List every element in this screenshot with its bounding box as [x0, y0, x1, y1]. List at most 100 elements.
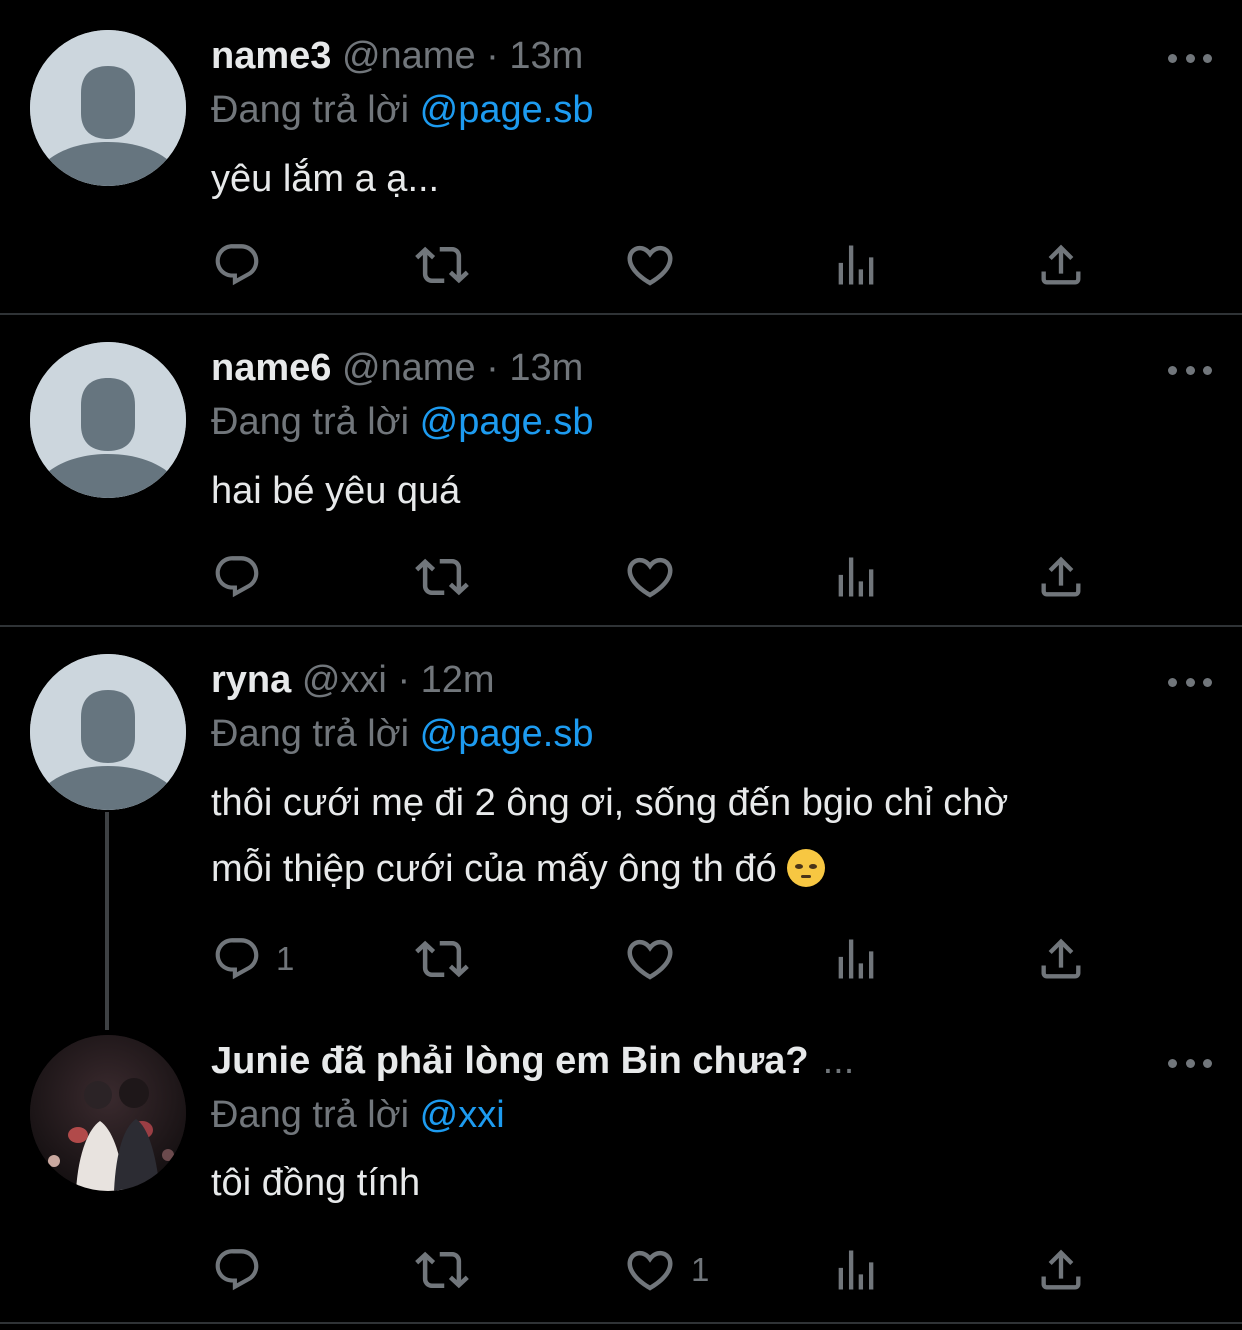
- retweet-icon: [415, 238, 469, 292]
- views-button[interactable]: [830, 929, 882, 989]
- share-icon: [1035, 933, 1087, 985]
- display-name[interactable]: name3: [211, 35, 331, 77]
- reply-icon: [212, 934, 262, 984]
- mention-link[interactable]: @page.sb: [420, 89, 594, 131]
- avatar[interactable]: [30, 1035, 186, 1191]
- separator-dot: ·: [486, 35, 499, 77]
- avatar[interactable]: [30, 30, 186, 186]
- replying-to: Đang trả lời @page.sb: [211, 706, 593, 762]
- default-avatar-icon: [30, 30, 186, 186]
- views-button[interactable]: [830, 547, 882, 607]
- action-bar: [0, 235, 1242, 295]
- tweet-text: yêu lắm a ạ...: [211, 158, 440, 200]
- tweet-text-line-content: mỗi thiệp cưới của mấy ông th đó: [211, 848, 777, 890]
- reply-icon: [212, 240, 262, 290]
- bar-chart-icon: [830, 551, 882, 603]
- bar-chart-icon: [830, 933, 882, 985]
- replying-to-label: Đang trả lời: [211, 89, 410, 131]
- replying-to-label: Đang trả lời: [211, 401, 410, 443]
- reply-icon: [212, 552, 262, 602]
- like-button[interactable]: [623, 547, 691, 607]
- more-icon[interactable]: [1168, 350, 1212, 390]
- replying-to: Đang trả lời @page.sb: [211, 82, 593, 138]
- photo-avatar-icon: [30, 1035, 186, 1191]
- handle[interactable]: @name: [342, 347, 476, 389]
- retweet-icon: [415, 932, 469, 986]
- retweet-icon: [415, 550, 469, 604]
- share-button[interactable]: [1035, 929, 1087, 989]
- like-button[interactable]: [623, 929, 691, 989]
- views-button[interactable]: [830, 1240, 882, 1300]
- tweet-header: name3 @name · 13m: [211, 28, 583, 84]
- reply-button[interactable]: [212, 547, 276, 607]
- tweet-text: tôi đồng tính: [211, 1162, 421, 1204]
- tweet-text-line: thôi cưới mẹ đi 2 ông ơi, sống đến bgio …: [211, 782, 1009, 824]
- tweet-divider: [0, 313, 1242, 315]
- replying-to: Đang trả lời @xxi: [211, 1087, 505, 1143]
- retweet-button[interactable]: [415, 547, 469, 607]
- reply-button[interactable]: 1: [212, 929, 294, 989]
- tweet-header: ryna @xxi · 12m: [211, 652, 495, 708]
- action-bar: [0, 547, 1242, 607]
- tweet-divider: [0, 625, 1242, 627]
- mention-link[interactable]: @page.sb: [420, 401, 594, 443]
- separator-dot: ·: [397, 659, 411, 701]
- reply-icon: [212, 1245, 262, 1295]
- mention-link[interactable]: @xxi: [420, 1094, 505, 1136]
- more-icon[interactable]: [1168, 662, 1212, 702]
- tweet-header: name6 @name · 13m: [211, 340, 583, 396]
- retweet-button[interactable]: [415, 235, 469, 295]
- timestamp[interactable]: 13m: [509, 35, 583, 77]
- retweet-button[interactable]: [415, 1240, 469, 1300]
- replying-to-label: Đang trả lời: [211, 713, 410, 755]
- pleading-face-emoji-icon: [787, 849, 826, 887]
- reply-button[interactable]: [212, 235, 276, 295]
- retweet-button[interactable]: [415, 929, 469, 989]
- share-icon: [1035, 239, 1087, 291]
- mention-link[interactable]: @page.sb: [420, 713, 594, 755]
- more-icon[interactable]: [1168, 1043, 1212, 1083]
- handle[interactable]: @xxi: [302, 659, 387, 701]
- timestamp[interactable]: 12m: [421, 659, 495, 701]
- replying-to-label: Đang trả lời: [211, 1094, 410, 1136]
- share-icon: [1035, 1244, 1087, 1296]
- views-button[interactable]: [830, 235, 882, 295]
- heart-icon: [623, 1243, 677, 1297]
- avatar[interactable]: [30, 654, 186, 810]
- action-bar: 1: [0, 1240, 1242, 1300]
- reply-count: 1: [276, 940, 295, 977]
- bar-chart-icon: [830, 239, 882, 291]
- more-icon[interactable]: [1168, 38, 1212, 78]
- thread-connector: [105, 812, 109, 1030]
- share-icon: [1035, 551, 1087, 603]
- heart-icon: [623, 550, 677, 604]
- tweet-text-line: mỗi thiệp cưới của mấy ông th đó: [211, 836, 1171, 902]
- tweet-text: hai bé yêu quá: [211, 470, 461, 512]
- tweet-divider: [0, 1322, 1242, 1324]
- name-truncation: ...: [822, 1040, 855, 1082]
- separator-dot: ·: [486, 347, 499, 389]
- timestamp[interactable]: 13m: [509, 347, 583, 389]
- like-count: 1: [691, 1251, 710, 1288]
- share-button[interactable]: [1035, 1240, 1087, 1300]
- bar-chart-icon: [830, 1244, 882, 1296]
- avatar[interactable]: [30, 342, 186, 498]
- display-name[interactable]: name6: [211, 347, 331, 389]
- default-avatar-icon: [30, 342, 186, 498]
- heart-icon: [623, 932, 677, 986]
- like-button[interactable]: 1: [623, 1240, 709, 1300]
- replying-to: Đang trả lời @page.sb: [211, 394, 593, 450]
- handle[interactable]: @name: [342, 35, 476, 77]
- display-name[interactable]: ryna: [211, 659, 291, 701]
- retweet-icon: [415, 1243, 469, 1297]
- reply-button[interactable]: [212, 1240, 276, 1300]
- share-button[interactable]: [1035, 547, 1087, 607]
- default-avatar-icon: [30, 654, 186, 810]
- tweet-header: Junie đã phải lòng em Bin chưa?...: [211, 1033, 854, 1089]
- action-bar: 1: [0, 929, 1242, 989]
- display-name[interactable]: Junie đã phải lòng em Bin chưa?: [211, 1040, 809, 1082]
- heart-icon: [623, 238, 677, 292]
- share-button[interactable]: [1035, 235, 1087, 295]
- like-button[interactable]: [623, 235, 691, 295]
- tweet-text: thôi cưới mẹ đi 2 ông ơi, sống đến bgio …: [211, 770, 1171, 902]
